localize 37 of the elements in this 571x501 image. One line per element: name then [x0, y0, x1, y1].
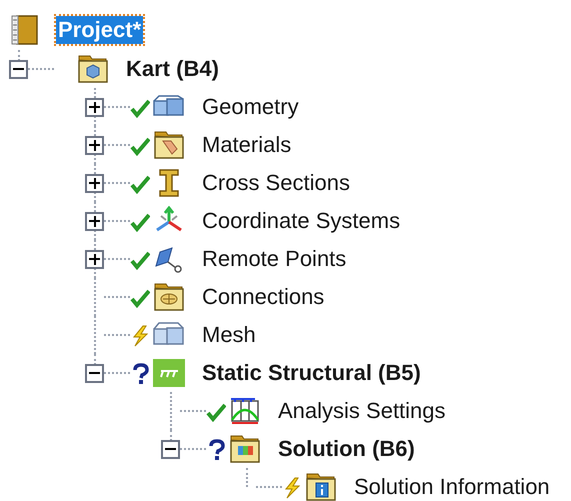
folder-icon: [304, 472, 338, 501]
beam-load-icon: [152, 358, 186, 388]
tree-item-label[interactable]: Remote Points: [200, 245, 348, 273]
folder-icon: [76, 54, 110, 84]
tree-item-label[interactable]: Geometry: [200, 93, 301, 121]
check-icon: [130, 135, 150, 157]
collapse-icon[interactable]: [85, 364, 104, 382]
expand-icon[interactable]: [85, 98, 104, 116]
tree-item-label[interactable]: Solution Information: [352, 473, 552, 501]
tree-item-label[interactable]: Mesh: [200, 321, 258, 349]
check-icon: [130, 211, 150, 233]
tree-item-label[interactable]: Kart (B4): [124, 55, 221, 83]
check-icon: [130, 249, 150, 271]
lightning-icon: [130, 325, 150, 347]
settings-icon: [228, 396, 262, 426]
tree-item-label[interactable]: Static Structural (B5): [200, 359, 423, 387]
tree-item-label[interactable]: Solution (B6): [276, 435, 417, 463]
check-icon: [130, 97, 150, 119]
collapse-icon[interactable]: [161, 440, 180, 458]
expand-icon[interactable]: [85, 136, 104, 154]
tree-item-label[interactable]: Coordinate Systems: [200, 207, 402, 235]
expand-icon[interactable]: [85, 174, 104, 192]
check-icon: [130, 287, 150, 309]
tree-item-label[interactable]: Analysis Settings: [276, 397, 448, 425]
tree-item-label[interactable]: Materials: [200, 131, 294, 159]
check-icon: [206, 401, 226, 423]
tree-item-label[interactable]: Cross Sections: [200, 169, 352, 197]
tree-item-label[interactable]: Project*: [56, 16, 144, 44]
expand-icon[interactable]: [85, 250, 104, 268]
collapse-icon[interactable]: [9, 60, 28, 78]
folder-icon: [152, 130, 186, 160]
tree-item-label[interactable]: Connections: [200, 283, 326, 311]
folder-icon: [152, 282, 186, 312]
check-icon: [130, 173, 150, 195]
folder-icon: [228, 434, 262, 464]
lightning-icon: [282, 477, 302, 499]
expand-icon[interactable]: [85, 212, 104, 230]
